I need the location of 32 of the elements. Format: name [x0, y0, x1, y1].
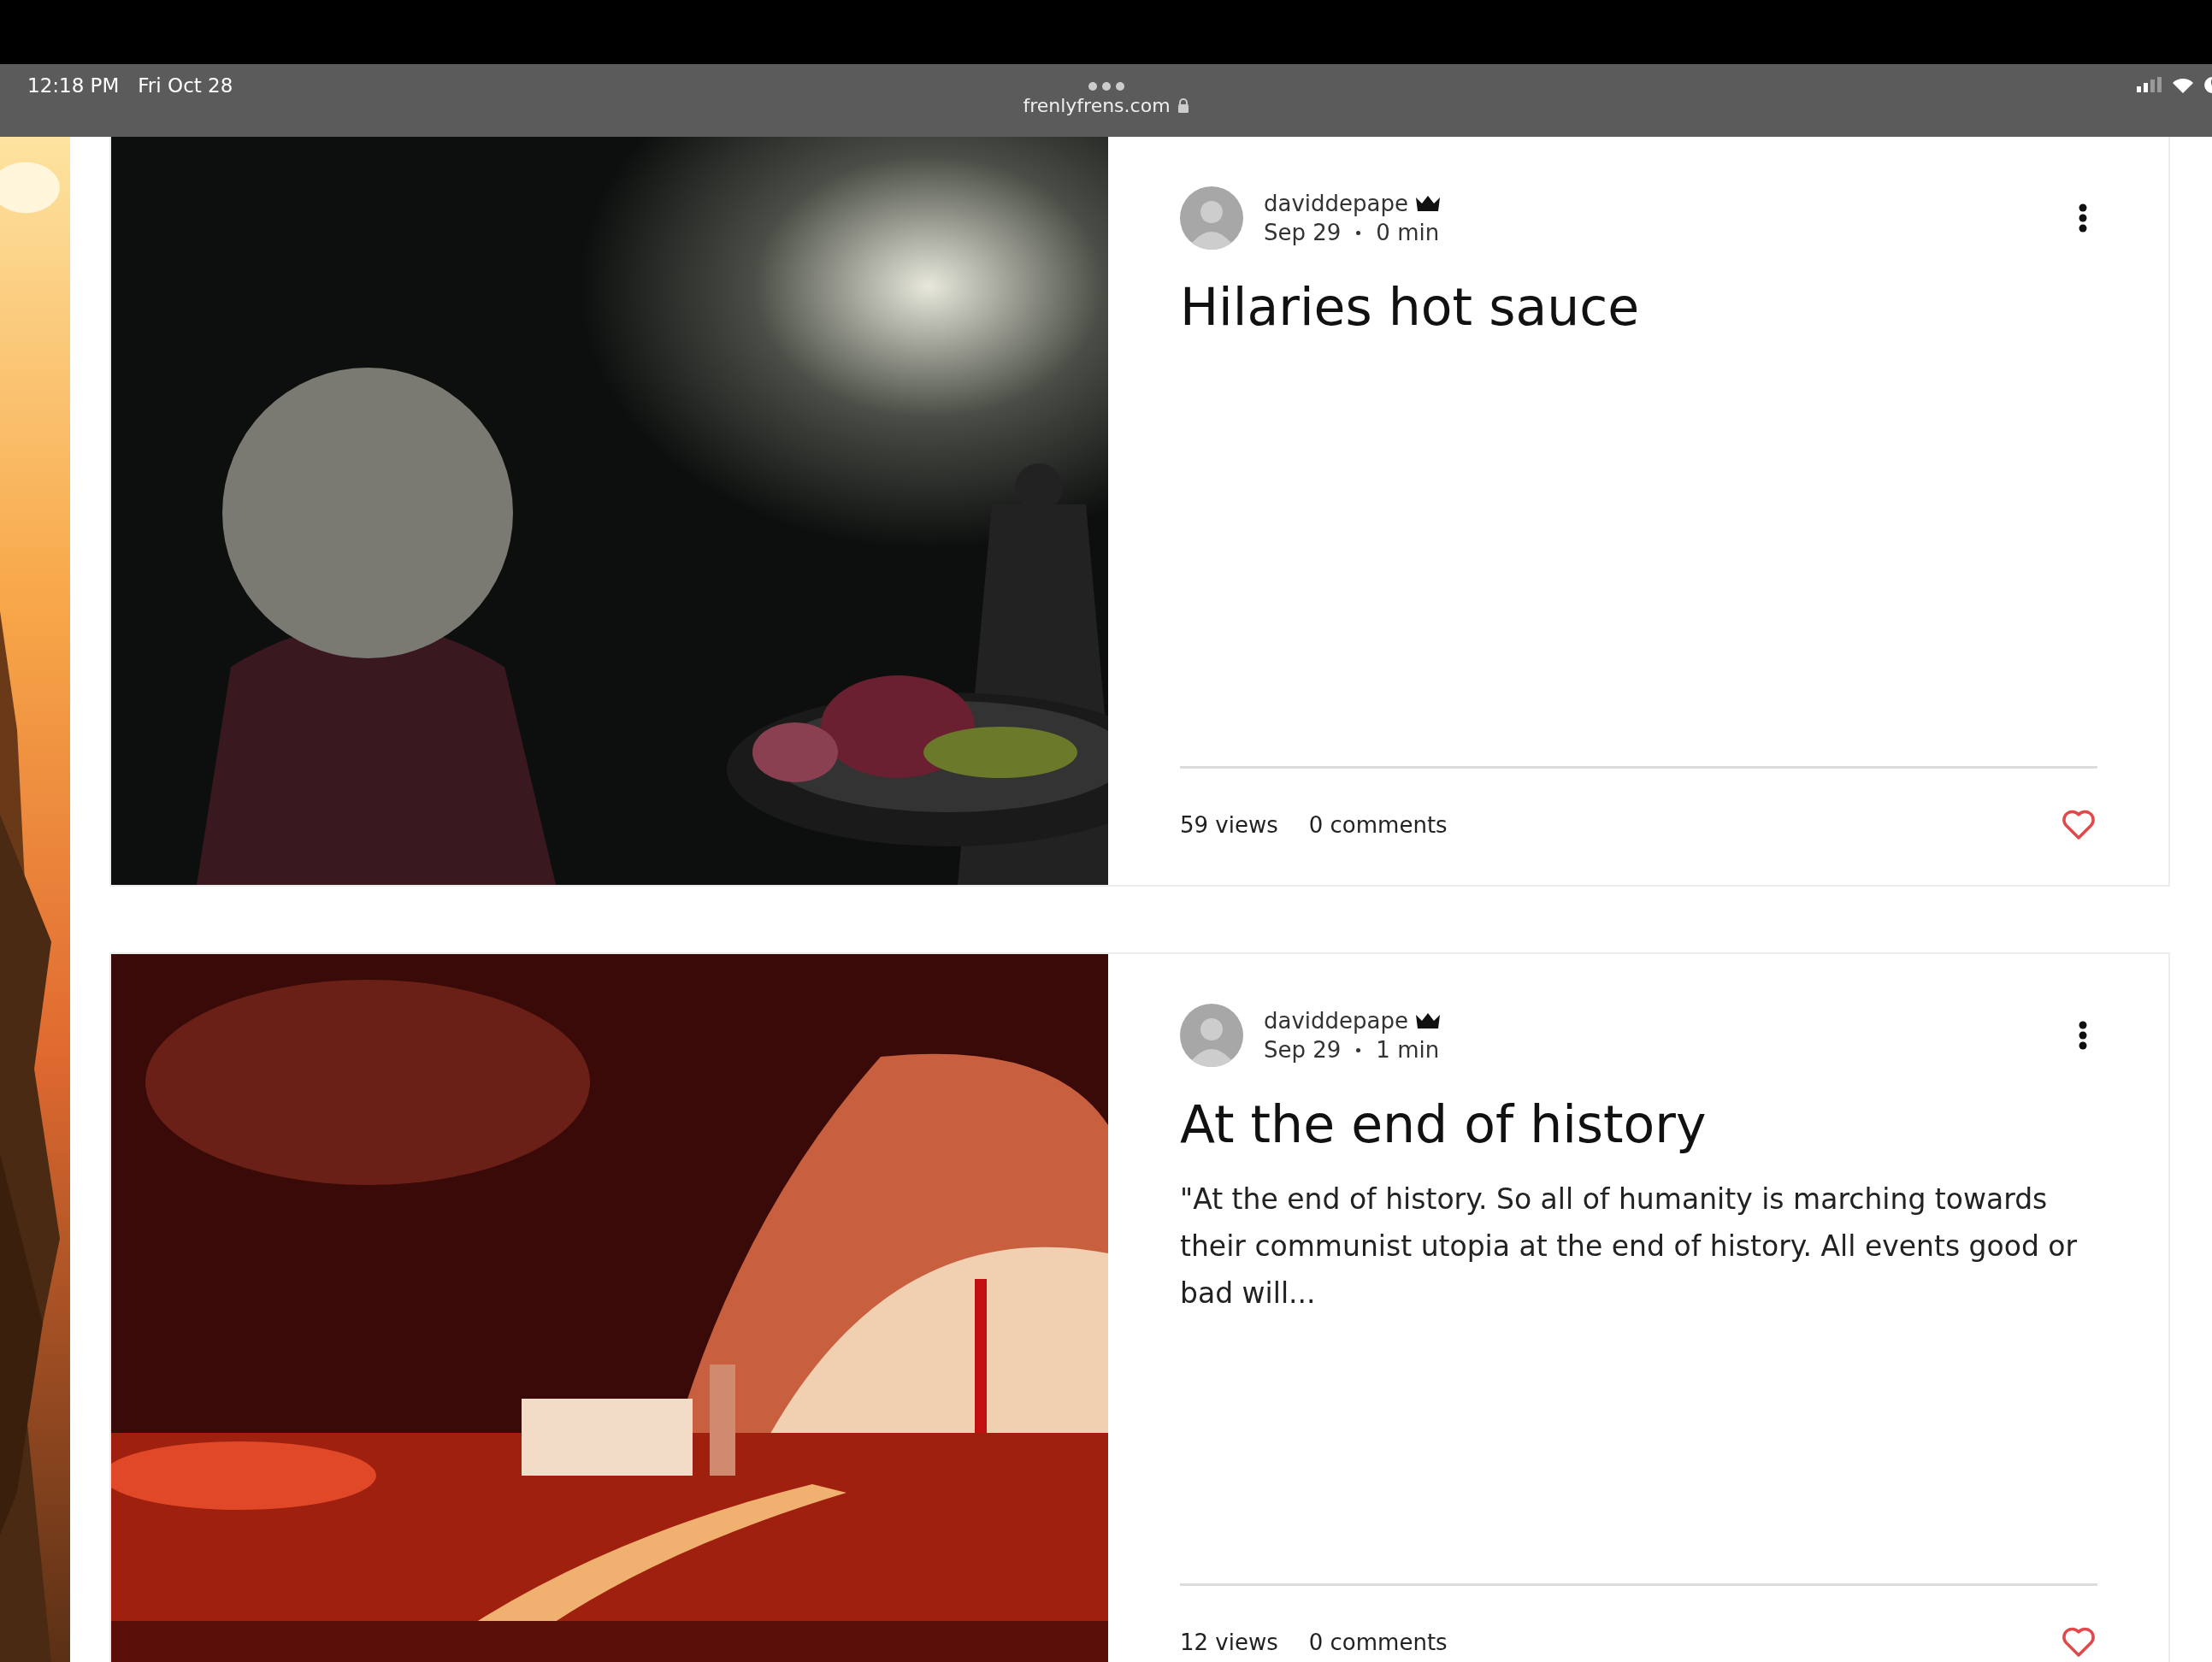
heart-icon[interactable] — [2062, 1627, 2096, 1658]
view-count: 59 views — [1180, 812, 1278, 838]
read-time: 1 min — [1376, 1037, 1440, 1063]
post-title[interactable]: Hilaries hot sauce — [1180, 275, 2097, 339]
comment-count[interactable]: 0 comments — [1308, 812, 1448, 838]
crown-icon — [1415, 1012, 1441, 1029]
status-date: Fri Oct 28 — [138, 74, 233, 97]
author-name[interactable]: daviddepape — [1264, 1008, 1408, 1034]
view-count: 12 views — [1180, 1630, 1278, 1655]
post-title[interactable]: At the end of history — [1180, 1093, 2097, 1157]
more-options-icon[interactable] — [2079, 1021, 2087, 1050]
comment-count[interactable]: 0 comments — [1308, 1630, 1448, 1655]
avatar-icon[interactable] — [1180, 1004, 1243, 1067]
more-options-icon[interactable] — [2079, 203, 2087, 233]
separator-dot — [1356, 1047, 1361, 1052]
avatar-icon[interactable] — [1180, 186, 1243, 250]
signal-icon — [2137, 77, 2162, 92]
url-text[interactable]: frenlyfrens.com — [1023, 95, 1171, 116]
post-date: Sep 29 — [1264, 220, 1342, 245]
post-card[interactable] — [109, 952, 2170, 1662]
status-time: 12:18 PM — [27, 74, 120, 97]
post-card[interactable]: daviddepape Sep 29 0 min Hilaries hot sauce 59 views 0 comments — [109, 137, 2170, 887]
more-icon[interactable] — [1087, 81, 1125, 91]
crown-icon — [1415, 195, 1441, 212]
wifi-icon — [2171, 76, 2195, 93]
separator-dot — [1356, 230, 1361, 235]
author-name[interactable]: daviddepape — [1264, 191, 1408, 216]
post-date: Sep 29 — [1264, 1037, 1342, 1063]
heart-icon[interactable] — [2062, 810, 2096, 840]
post-excerpt: "At the end of history. So all of humanity is marching towards their communist utopia at the end of history. All events good or bad will... — [1180, 1182, 2079, 1311]
read-time: 0 min — [1376, 220, 1440, 245]
lock-icon — [1177, 98, 1189, 113]
